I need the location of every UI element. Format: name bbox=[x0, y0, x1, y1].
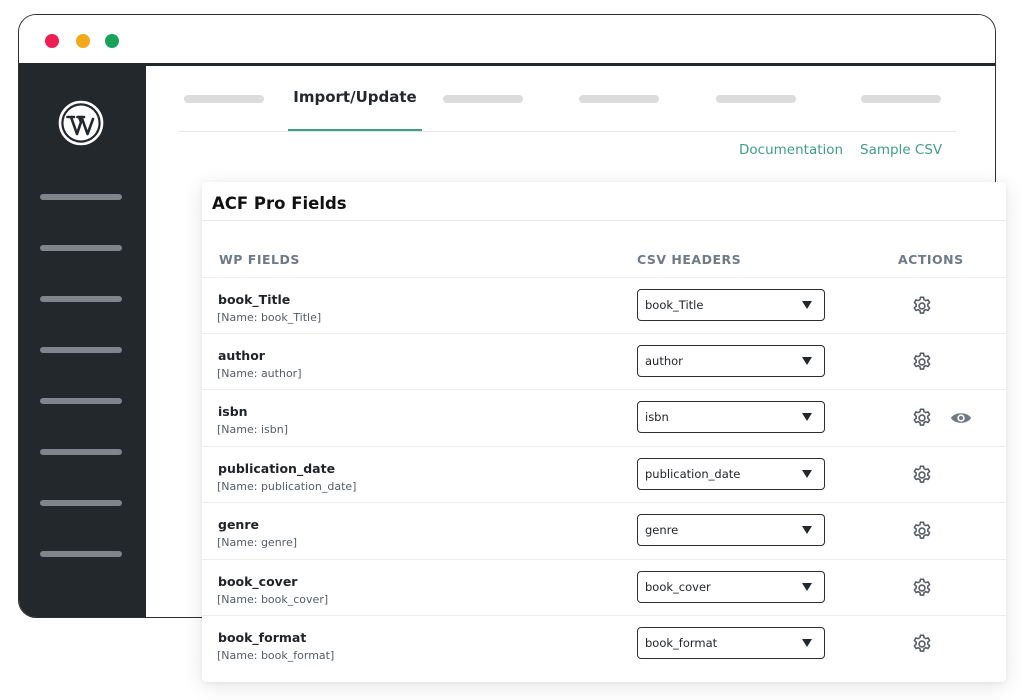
gear-icon[interactable] bbox=[911, 633, 933, 655]
card-header-divider bbox=[202, 220, 1006, 221]
gear-icon[interactable] bbox=[911, 295, 933, 317]
field-name-label: [Name: isbn] bbox=[217, 423, 288, 436]
field-name-label: [Name: book_format] bbox=[217, 649, 335, 662]
table-row: book_format [Name: book_format] book_for… bbox=[202, 615, 1006, 672]
field-name-label: [Name: genre] bbox=[217, 536, 298, 549]
chevron-down-icon bbox=[802, 470, 812, 478]
csv-header-value: book_format bbox=[645, 636, 718, 650]
csv-header-select[interactable]: isbn bbox=[637, 401, 825, 433]
table-row: publication_date [Name: publication_date… bbox=[202, 446, 1006, 503]
csv-header-select[interactable]: book_cover bbox=[637, 571, 825, 603]
gear-icon[interactable] bbox=[911, 577, 933, 599]
field-name: book_format bbox=[218, 630, 307, 645]
field-name: author bbox=[218, 348, 265, 363]
tab-placeholder[interactable] bbox=[861, 95, 941, 103]
sample-csv-link[interactable]: Sample CSV bbox=[860, 142, 942, 158]
field-name-label: [Name: author] bbox=[217, 367, 302, 380]
csv-header-select[interactable]: book_Title bbox=[637, 289, 825, 321]
csv-header-value: author bbox=[645, 354, 683, 368]
sidebar-item[interactable] bbox=[40, 245, 122, 251]
documentation-link[interactable]: Documentation bbox=[739, 142, 843, 158]
column-header-wp-fields: WP FIELDS bbox=[219, 252, 300, 267]
tab-placeholder[interactable] bbox=[443, 95, 523, 103]
csv-header-select[interactable]: author bbox=[637, 345, 825, 377]
tab-placeholder[interactable] bbox=[716, 95, 796, 103]
table-row: isbn [Name: isbn] isbn bbox=[202, 389, 1006, 446]
sidebar-item[interactable] bbox=[40, 347, 122, 353]
table-row: book_cover [Name: book_cover] book_cover bbox=[202, 559, 1006, 616]
field-name-label: [Name: publication_date] bbox=[217, 480, 357, 493]
eye-icon[interactable] bbox=[950, 409, 972, 427]
field-name-label: [Name: book_cover] bbox=[217, 593, 329, 606]
sidebar-item[interactable] bbox=[40, 551, 122, 557]
chevron-down-icon bbox=[802, 301, 812, 309]
chevron-down-icon bbox=[802, 583, 812, 591]
close-dot[interactable] bbox=[45, 34, 59, 48]
table-row: book_Title [Name: book_Title] book_Title bbox=[202, 277, 1006, 334]
field-name-label: [Name: book_Title] bbox=[217, 311, 322, 324]
tab-placeholder[interactable] bbox=[579, 95, 659, 103]
admin-sidebar bbox=[19, 66, 146, 617]
sidebar-item[interactable] bbox=[40, 449, 122, 455]
field-name: book_Title bbox=[218, 292, 291, 307]
csv-header-select[interactable]: publication_date bbox=[637, 458, 825, 490]
gear-icon[interactable] bbox=[911, 464, 933, 486]
csv-header-value: publication_date bbox=[645, 467, 741, 481]
tab-placeholder[interactable] bbox=[184, 95, 264, 103]
gear-icon[interactable] bbox=[911, 407, 933, 429]
sidebar-item[interactable] bbox=[40, 296, 122, 302]
acf-fields-card: ACF Pro Fields WP FIELDS CSV HEADERS ACT… bbox=[202, 182, 1006, 682]
chevron-down-icon bbox=[802, 413, 812, 421]
tab-divider bbox=[178, 131, 956, 132]
maximize-dot[interactable] bbox=[105, 34, 119, 48]
sidebar-item[interactable] bbox=[40, 194, 122, 200]
sidebar-item[interactable] bbox=[40, 500, 122, 506]
csv-header-value: genre bbox=[645, 523, 679, 537]
csv-header-value: isbn bbox=[645, 410, 669, 424]
chevron-down-icon bbox=[802, 526, 812, 534]
table-row: author [Name: author] author bbox=[202, 333, 1006, 390]
chevron-down-icon bbox=[802, 639, 812, 647]
title-bar bbox=[19, 15, 995, 66]
sidebar-item[interactable] bbox=[40, 398, 122, 404]
field-name: isbn bbox=[218, 404, 248, 419]
field-name: book_cover bbox=[218, 574, 298, 589]
field-name: genre bbox=[218, 517, 259, 532]
csv-header-select[interactable]: genre bbox=[637, 514, 825, 546]
field-name: publication_date bbox=[218, 461, 336, 476]
card-title: ACF Pro Fields bbox=[212, 194, 347, 213]
minimize-dot[interactable] bbox=[76, 34, 90, 48]
tab-import-update[interactable]: Import/Update bbox=[288, 88, 422, 106]
csv-header-select[interactable]: book_format bbox=[637, 627, 825, 659]
table-row: genre [Name: genre] genre bbox=[202, 502, 1006, 559]
column-header-csv-headers: CSV HEADERS bbox=[637, 252, 742, 267]
wordpress-logo-icon bbox=[58, 100, 104, 146]
chevron-down-icon bbox=[802, 357, 812, 365]
column-header-actions: ACTIONS bbox=[898, 252, 964, 267]
csv-header-value: book_cover bbox=[645, 580, 711, 594]
gear-icon[interactable] bbox=[911, 351, 933, 373]
gear-icon[interactable] bbox=[911, 520, 933, 542]
csv-header-value: book_Title bbox=[645, 298, 704, 312]
